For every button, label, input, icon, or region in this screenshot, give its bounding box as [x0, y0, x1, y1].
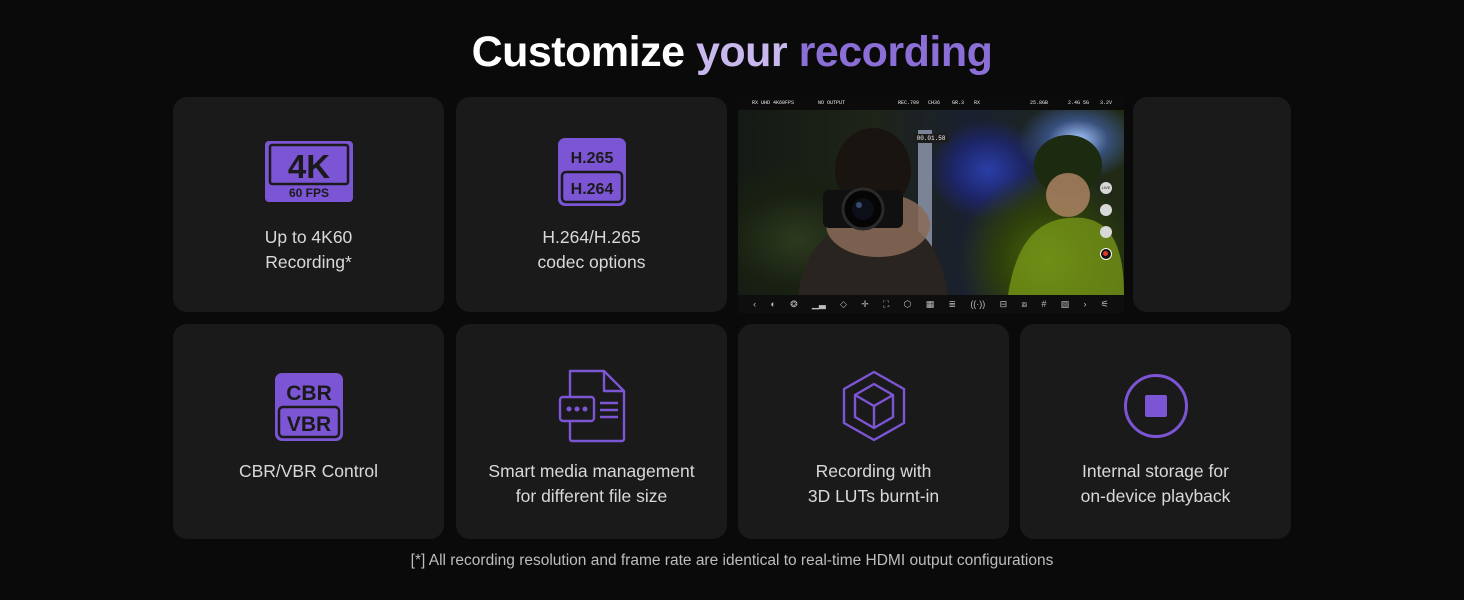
monitor-rx-status: RX UHD 4K60FPS: [752, 100, 795, 106]
title-part-recording: recording: [798, 28, 993, 76]
monitor-side-controls: LIVE: [1100, 182, 1112, 270]
badge-text-h265: H.265: [570, 150, 613, 167]
audio-button[interactable]: [1100, 204, 1112, 216]
monitor-toolbar: ‹ ◐ ❂ ▁▃ ◇ ✛ ⛶ ⬡ ▦ ≣ ((·)) ⊟ ⧈ # ▨ › ⚟: [738, 295, 1124, 313]
monitor-signal: 2.4G 5G: [1068, 100, 1090, 106]
feature-card-internal-storage: Internal storage for on-device playback: [1020, 324, 1291, 539]
page-title: Customize your recording: [0, 26, 1464, 78]
fit-icon[interactable]: ⧈: [1021, 299, 1027, 310]
feature-label: Recording with 3D LUTs burnt-in: [807, 461, 940, 506]
feature-card-media-management: Smart media management for different fil…: [456, 324, 727, 539]
monitor-battery: 3.2V: [1100, 100, 1113, 106]
scale-icon[interactable]: ⊟: [1000, 299, 1008, 310]
feature-label: H.264/H.265 codec options: [537, 227, 646, 272]
live-button[interactable]: LIVE: [1100, 182, 1112, 194]
feature-card-4k60: 4K 60 FPS Up to 4K60 Recording*: [173, 97, 444, 312]
feature-label: Internal storage for on-device playback: [1080, 461, 1231, 506]
feature-label: Smart media management for different fil…: [488, 461, 695, 506]
crosshair-icon[interactable]: ✛: [861, 299, 869, 310]
settings-sliders-icon[interactable]: ⚟: [1101, 299, 1109, 310]
play-button[interactable]: [1100, 226, 1112, 238]
image-icon[interactable]: ▨: [1061, 299, 1070, 310]
badge-text-h264: H.264: [570, 181, 613, 198]
waveform-icon[interactable]: ≣: [949, 299, 957, 310]
feature-label: CBR/VBR Control: [238, 461, 379, 481]
monitor-status-bar: RX UHD 4K60FPS NO OUTPUT REC.709 CH36 GR…: [738, 96, 1124, 110]
color-wheel-icon[interactable]: ❂: [790, 299, 798, 310]
lut-cube-icon[interactable]: ⬡: [904, 299, 912, 310]
contrast-icon[interactable]: ◐: [770, 299, 775, 309]
media-file-icon: [558, 369, 626, 443]
monitor-storage: 25.8GB: [1030, 100, 1049, 106]
monitor-timecode: 00.01.58: [912, 134, 950, 143]
monitor-channel: CH36: [928, 100, 941, 106]
monitor-rx2: RX: [974, 100, 981, 106]
badge-text-4k: 4K: [287, 148, 329, 185]
title-part-customize: Customize: [471, 28, 696, 76]
camera-feed-image: 00.01.58 LIVE: [738, 110, 1124, 295]
zebra-icon[interactable]: ▦: [926, 299, 935, 310]
badge-text-cbr: CBR: [286, 382, 332, 405]
title-part-your: your: [695, 28, 799, 76]
monitor-group: GR.3: [952, 100, 965, 106]
record-button[interactable]: [1100, 248, 1112, 260]
feature-card-3d-luts: Recording with 3D LUTs burnt-in: [738, 324, 1009, 539]
stop-button-icon: [1123, 373, 1189, 439]
monitor-output-status: NO OUTPUT: [818, 100, 846, 106]
monitor-screenshot: RX UHD 4K60FPS NO OUTPUT REC.709 CH36 GR…: [738, 96, 1124, 313]
chevron-right-icon[interactable]: ›: [1083, 299, 1086, 309]
footnote: [*] All recording resolution and frame r…: [410, 552, 1054, 569]
feature-card-cbr-vbr: CBR VBR CBR/VBR Control: [173, 324, 444, 539]
feature-card-codec: H.265 H.264 H.264/H.265 codec options: [456, 97, 727, 312]
empty-card: [1133, 97, 1291, 312]
broadcast-icon[interactable]: ((·)): [970, 299, 985, 309]
histogram-icon[interactable]: ▁▃: [812, 299, 826, 310]
chevron-left-icon[interactable]: ‹: [753, 299, 756, 309]
3d-cube-icon: [841, 370, 907, 442]
cbr-vbr-icon: CBR VBR: [274, 372, 344, 442]
grid-icon[interactable]: #: [1041, 299, 1046, 309]
4k-60fps-icon: 4K 60 FPS: [264, 140, 354, 203]
feature-label: Up to 4K60 Recording*: [264, 227, 353, 272]
frame-guide-icon[interactable]: ⛶: [883, 299, 889, 310]
badge-text-60fps: 60 FPS: [288, 186, 328, 200]
badge-text-vbr: VBR: [286, 413, 330, 436]
codec-h265-h264-icon: H.265 H.264: [557, 137, 627, 207]
focus-peaking-icon[interactable]: ◇: [840, 299, 847, 310]
monitor-rec-mode: REC.709: [898, 100, 920, 106]
